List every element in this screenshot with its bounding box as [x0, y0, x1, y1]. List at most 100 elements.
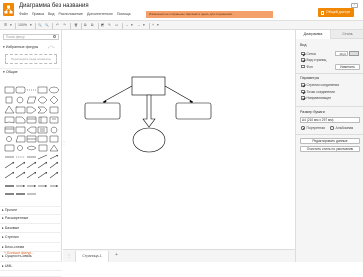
page-view-option[interactable]: Вид страниц — [301, 58, 326, 62]
divider — [0, 242, 62, 243]
connection-points-option[interactable]: Точки соединения — [301, 90, 335, 94]
category-advanced[interactable]: ▸ Расширенные — [2, 216, 28, 220]
line-color-icon[interactable]: ✎ — [108, 23, 111, 27]
fill-color-icon[interactable]: ◩ — [101, 23, 104, 27]
to-back-icon[interactable]: ⧉ — [91, 23, 94, 27]
divider — [0, 206, 62, 207]
diagram-canvas[interactable] — [63, 30, 295, 249]
connection-points-checkbox[interactable] — [301, 89, 305, 94]
change-background-button[interactable]: Изменить — [335, 63, 360, 70]
category-uml[interactable]: ▸ UML — [2, 264, 12, 268]
shapes-palette-svg[interactable] — [4, 86, 59, 204]
waypoints-dropdown-icon[interactable]: ▾ — [143, 23, 145, 27]
guides-option[interactable]: Направляющие — [301, 96, 331, 100]
menu-edit[interactable]: Правка — [32, 12, 44, 16]
general-section-header[interactable]: ▾ Общие — [3, 70, 18, 74]
connection-dropdown-icon[interactable]: ▾ — [131, 23, 133, 27]
lock-icon — [321, 10, 324, 15]
search-icon[interactable] — [53, 34, 56, 38]
favorites-header[interactable]: ▾ Избранные фигуры — [3, 45, 38, 49]
zoom-in-icon[interactable]: 🔍 — [38, 23, 42, 27]
delete-icon[interactable]: 🗑 — [74, 23, 78, 27]
guides-checkbox[interactable] — [301, 96, 305, 100]
page-view-checkbox[interactable] — [301, 58, 305, 62]
insert-icon[interactable]: + — [152, 23, 154, 27]
add-page-icon[interactable]: + — [115, 252, 118, 258]
zoom-dropdown-icon[interactable]: ▾ — [30, 23, 32, 27]
menu-view[interactable]: Вид — [48, 12, 55, 16]
waypoints-icon[interactable]: → — [137, 23, 141, 27]
diagonal-line-shape-icon — [37, 154, 48, 160]
portrait-label: Портретная — [306, 126, 326, 130]
page-tab-1[interactable]: Страница-1 — [75, 251, 109, 262]
divider — [296, 134, 363, 135]
grid-color-swatch[interactable] — [349, 51, 359, 56]
grid-option[interactable]: Сетка — [301, 52, 316, 56]
menu-file[interactable]: Файл — [19, 12, 28, 16]
portrait-radio[interactable] — [301, 126, 305, 130]
divider — [0, 214, 62, 215]
grid-checkbox[interactable] — [301, 51, 305, 56]
rhombus-shape-icon — [49, 95, 59, 105]
shadow-icon[interactable]: ▭ — [115, 23, 118, 27]
to-front-icon[interactable]: ⧉ — [84, 23, 87, 27]
image-shape-icon — [49, 135, 59, 143]
reset-default-style-button[interactable]: Очистить стиль по умолчанию — [300, 145, 360, 152]
category-flowchart[interactable]: ▸ Блок-схема — [2, 245, 24, 249]
category-misc[interactable]: ▸ Прочее — [2, 208, 17, 212]
undo-icon[interactable]: ↶ — [56, 23, 59, 27]
paper-size-select[interactable]: A4 (210 мм x 297 мм) — [300, 117, 360, 123]
more-shapes-button[interactable]: + Больше фигур... — [4, 251, 34, 255]
menu-extras[interactable]: Дополнительно — [87, 12, 113, 16]
grid-size-input[interactable]: 10 pt — [335, 51, 348, 56]
connection-arrows-option[interactable]: Стрелки соединения — [301, 83, 339, 87]
top-rectangle — [131, 76, 166, 96]
toolbar-divider — [98, 22, 99, 29]
background-checkbox[interactable] — [301, 64, 305, 69]
unsaved-changes-notice[interactable]: Изменения не сохранены. Щёлкните здесь д… — [146, 10, 273, 18]
category-advanced-label: Расширенные — [4, 216, 29, 220]
view-section-title: Вид — [300, 43, 307, 47]
tab-style[interactable]: Стиль — [330, 30, 363, 39]
background-label: Фон — [306, 64, 313, 69]
data-storage-shape-icon — [4, 144, 15, 152]
divider — [0, 270, 62, 271]
document-title[interactable]: Диаграмма без названия — [19, 3, 89, 9]
menu-arrange[interactable]: Расположение — [59, 12, 83, 16]
divider — [296, 106, 363, 107]
zoom-out-icon[interactable]: 🔍 — [45, 23, 49, 27]
category-basic[interactable]: ▸ Базовые — [2, 226, 19, 230]
redo-icon[interactable]: ↷ — [63, 23, 66, 27]
zoom-level[interactable]: 100% — [18, 23, 27, 27]
diagram-svg[interactable] — [63, 30, 295, 249]
pages-menu-icon[interactable]: ⋮ — [67, 253, 71, 258]
cloud-shape-icon — [26, 145, 37, 151]
cube-shape-icon — [38, 144, 48, 152]
shape-search-input[interactable]: Поиск фигур — [3, 33, 59, 40]
guides-label: Направляющие — [306, 96, 332, 100]
connection-icon[interactable]: → — [125, 23, 129, 27]
landscape-label: Альбомная — [335, 126, 354, 130]
background-option[interactable]: Фон — [301, 65, 313, 69]
connection-arrows-checkbox[interactable] — [301, 83, 305, 87]
square-shape-icon — [5, 96, 13, 104]
internal-storage-shape-icon — [26, 116, 37, 124]
menu-help[interactable]: Помощь — [117, 12, 131, 16]
swimlane-shape-icon — [26, 135, 37, 143]
insert-dropdown-icon[interactable]: ▾ — [157, 23, 159, 27]
view-dropdown-icon[interactable]: ▾ — [10, 23, 12, 27]
tab-diagram[interactable]: Диаграмма — [296, 30, 330, 39]
share-label: Общий доступ — [325, 10, 351, 14]
or-shape-icon — [50, 126, 58, 134]
landscape-radio[interactable] — [330, 126, 334, 130]
favorites-actions-icon[interactable]: ⤢ ✎ — [48, 45, 55, 49]
collapse-header-button[interactable]: ⌃ — [351, 3, 358, 8]
divider — [0, 223, 62, 224]
category-arrows[interactable]: ▸ Стрелки — [2, 235, 19, 239]
sidebar-collapse-handle[interactable]: ⋮ — [62, 140, 66, 145]
header-bar: Диаграмма без названия Файл Правка Вид Р… — [0, 0, 363, 21]
edit-data-button[interactable]: Редактировать данные — [300, 138, 360, 144]
arrow-to-right — [164, 85, 194, 103]
favorites-drop-zone[interactable]: Перетащите сюда элементы — [5, 54, 57, 64]
view-toggle-icon[interactable]: ☰ — [4, 23, 7, 27]
